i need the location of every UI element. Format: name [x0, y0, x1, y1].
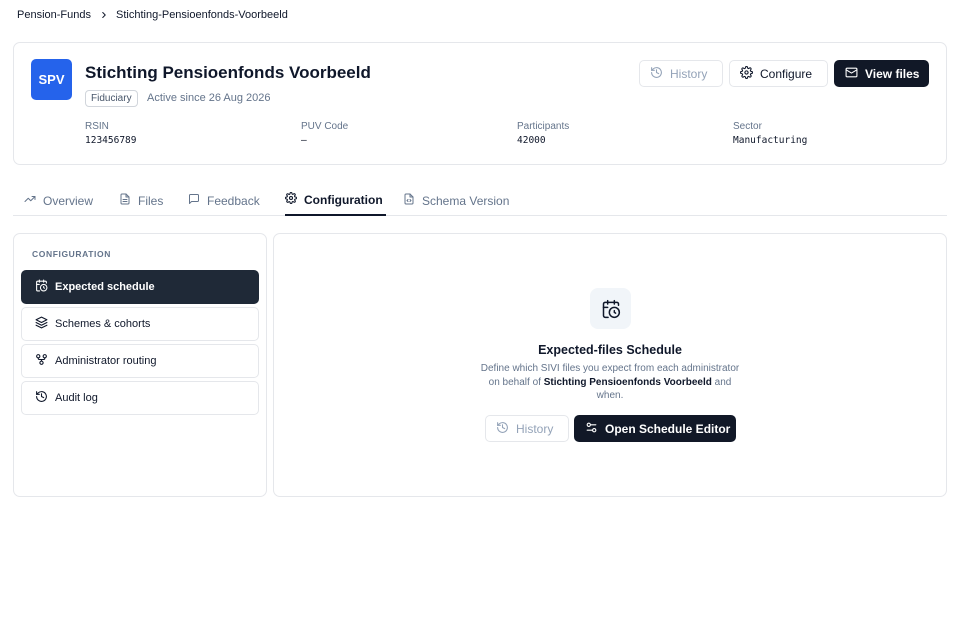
breadcrumb-root[interactable]: Pension-Funds: [17, 9, 91, 21]
sliders-icon: [585, 421, 598, 437]
stat-sector: Sector Manufacturing: [733, 121, 807, 146]
empty-state-title: Expected-files Schedule: [538, 343, 682, 357]
history-icon: [496, 421, 509, 437]
sidebar-item-administrator-routing[interactable]: Administrator routing: [21, 344, 259, 378]
configure-button[interactable]: Configure: [729, 60, 828, 87]
stat-value: 123456789: [85, 135, 137, 146]
schedule-panel: Expected-files Schedule Define which SIV…: [273, 233, 947, 497]
fund-header-card: SPV Stichting Pensioenfonds Voorbeeld Fi…: [13, 42, 947, 165]
trend-icon: [24, 193, 36, 208]
active-since-text: Active since 26 Aug 2026: [147, 92, 271, 104]
stat-puv-code: PUV Code –: [301, 121, 348, 146]
mail-icon: [845, 66, 858, 82]
sidebar-item-label: Schemes & cohorts: [55, 318, 151, 330]
gear-icon: [284, 191, 298, 207]
file-code-icon: [403, 193, 415, 208]
tab-label: Configuration: [304, 192, 383, 207]
view-files-button[interactable]: View files: [834, 60, 929, 87]
tab-overview[interactable]: Overview: [24, 185, 93, 216]
history-button[interactable]: History: [639, 60, 723, 87]
history-button-label: History: [670, 66, 708, 81]
sidebar-heading: CONFIGURATION: [32, 249, 111, 259]
tab-label: Files: [138, 193, 164, 208]
page-title: Stichting Pensioenfonds Voorbeeld: [85, 63, 371, 82]
stat-value: –: [301, 135, 307, 146]
stat-label: Sector: [733, 121, 762, 132]
message-icon: [188, 193, 200, 208]
view-files-button-label: View files: [865, 66, 920, 81]
breadcrumb-current: Stichting-Pensioenfonds-Voorbeeld: [116, 9, 288, 21]
stat-label: RSIN: [85, 121, 109, 132]
sidebar-item-audit-log[interactable]: Audit log: [21, 381, 259, 415]
tab-feedback[interactable]: Feedback: [188, 185, 260, 216]
file-icon: [119, 193, 131, 208]
open-schedule-editor-button[interactable]: Open Schedule Editor: [574, 415, 736, 442]
tab-label: Feedback: [207, 193, 260, 208]
sidebar-item-expected-schedule[interactable]: Expected schedule: [21, 270, 259, 304]
fund-logo: SPV: [31, 59, 72, 100]
layers-icon: [35, 316, 48, 332]
stat-participants: Participants 42000: [517, 121, 569, 146]
configure-button-label: Configure: [760, 66, 813, 81]
calendar-clock-icon: [35, 279, 48, 295]
history-icon: [35, 390, 48, 406]
tab-bar: Overview Files Feedback Configuration Sc…: [13, 185, 947, 216]
sidebar-item-label: Audit log: [55, 392, 98, 404]
schedule-history-button[interactable]: History: [485, 415, 569, 442]
tab-files[interactable]: Files: [119, 185, 163, 216]
schedule-history-label: History: [516, 421, 554, 436]
stat-label: Participants: [517, 121, 570, 132]
stat-value: Manufacturing: [733, 135, 808, 146]
tab-schema-version[interactable]: Schema Version: [403, 185, 509, 216]
description-fund-name: Stichting Pensioenfonds Voorbeeld: [543, 376, 712, 388]
chevron-right-icon: [99, 10, 109, 20]
sidebar-item-label: Administrator routing: [55, 355, 157, 367]
page-background: [0, 505, 960, 640]
open-schedule-editor-label: Open Schedule Editor: [605, 421, 731, 436]
tab-label: Overview: [43, 193, 94, 208]
history-icon: [650, 66, 663, 82]
stat-value: 42000: [517, 135, 546, 146]
stat-rsin: RSIN 123456789: [85, 121, 136, 146]
stat-label: PUV Code: [301, 121, 349, 132]
tab-configuration[interactable]: Configuration: [284, 185, 386, 216]
gear-icon: [740, 65, 753, 82]
breadcrumb: Pension-Funds Stichting-Pensioenfonds-Vo…: [17, 8, 288, 22]
routing-icon: [35, 353, 48, 369]
tab-label: Schema Version: [422, 193, 510, 208]
configuration-sidebar: CONFIGURATION Expected schedule Schemes …: [13, 233, 267, 497]
empty-state-description: Define which SIVI files you expect from …: [480, 362, 740, 403]
fund-type-badge: Fiduciary: [85, 90, 138, 107]
sidebar-item-schemes-cohorts[interactable]: Schemes & cohorts: [21, 307, 259, 341]
sidebar-item-label: Expected schedule: [55, 281, 155, 293]
calendar-clock-icon: [590, 288, 631, 329]
